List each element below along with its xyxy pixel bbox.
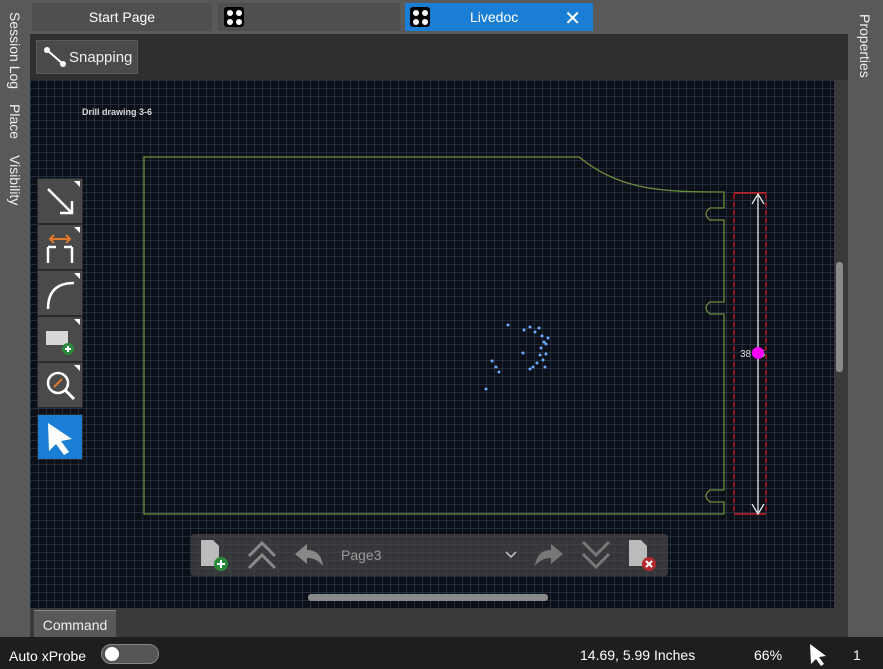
- cursor-coordinates: 14.69, 5.99 Inches: [580, 647, 696, 663]
- pointer-icon: [810, 644, 826, 666]
- delete-page-icon[interactable]: [625, 538, 661, 572]
- drill-hit: [494, 365, 498, 369]
- zoom-level: 66%: [754, 647, 783, 663]
- toolbar: Snapping: [30, 34, 848, 80]
- toggle-knob: [105, 647, 119, 661]
- tab-visibility[interactable]: Visibility: [0, 148, 30, 212]
- document-tab-strip: Start Page Livedoc ✕: [30, 0, 848, 34]
- drill-hit: [528, 367, 532, 371]
- submenu-indicator: [74, 181, 80, 187]
- tab-place[interactable]: Place: [0, 98, 30, 146]
- submenu-indicator: [74, 227, 80, 233]
- drill-hit: [543, 365, 547, 369]
- select-tool[interactable]: [37, 414, 83, 460]
- close-icon[interactable]: ✕: [564, 6, 581, 31]
- document-icon: [410, 7, 430, 27]
- right-panel-tabs: Properties: [848, 0, 883, 637]
- drill-hit: [546, 336, 550, 340]
- draw-line-tool[interactable]: [37, 178, 83, 224]
- drill-hit: [531, 365, 535, 369]
- arc-tool[interactable]: [37, 270, 83, 316]
- drill-hit: [528, 325, 532, 329]
- command-area: Command: [30, 608, 848, 638]
- left-panel-tabs: Session Log Place Visibility: [0, 0, 30, 637]
- last-page-icon[interactable]: [579, 538, 613, 572]
- chevron-down-icon: [505, 551, 517, 559]
- drill-hit: [497, 370, 501, 374]
- redo-icon[interactable]: [531, 540, 567, 570]
- tab-command-label: Command: [42, 616, 108, 633]
- drill-hit: [484, 387, 488, 391]
- submenu-indicator: [74, 365, 80, 371]
- tab-untitled-doc[interactable]: [218, 3, 400, 31]
- add-page-icon[interactable]: [197, 538, 233, 572]
- snapping-label: Snapping: [69, 48, 133, 66]
- drill-hit: [490, 359, 494, 363]
- tab-visibility-label: Visibility: [7, 154, 23, 206]
- drill-hit: [533, 330, 537, 334]
- undo-icon[interactable]: [291, 540, 327, 570]
- drill-hit: [544, 342, 548, 346]
- tab-start-page-label: Start Page: [88, 9, 156, 25]
- page-select-value: Page3: [341, 547, 382, 563]
- tab-session-log-label: Session Log: [7, 12, 23, 90]
- tab-properties[interactable]: Properties: [850, 6, 880, 86]
- auto-xprobe-label: Auto xProbe: [9, 648, 87, 664]
- drawing-title: Drill drawing 3-6: [82, 107, 152, 117]
- document-icon: [224, 7, 244, 27]
- tab-place-label: Place: [7, 104, 23, 140]
- drill-hit: [538, 353, 542, 357]
- drill-hit: [506, 323, 510, 327]
- selection-count: 1: [853, 647, 861, 663]
- add-view-tool[interactable]: [37, 316, 83, 362]
- drawing-canvas[interactable]: Drill drawing 3-6 38 95: [30, 80, 834, 608]
- drill-hit: [540, 334, 544, 338]
- drill-hit: [544, 352, 548, 356]
- tab-session-log[interactable]: Session Log: [0, 6, 30, 96]
- snapping-icon: [44, 47, 66, 67]
- submenu-indicator: [74, 319, 80, 325]
- drill-hit: [537, 326, 541, 330]
- dimension-tool[interactable]: [37, 224, 83, 270]
- snapping-button[interactable]: Snapping: [36, 40, 138, 74]
- dimension-marker[interactable]: [752, 347, 764, 359]
- tab-command[interactable]: Command: [34, 610, 116, 638]
- vertical-scroll-thumb[interactable]: [836, 262, 843, 372]
- drill-hit: [539, 346, 543, 350]
- zoom-tool[interactable]: [37, 362, 83, 408]
- status-bar: Auto xProbe 14.69, 5.99 Inches 66% 1: [0, 637, 883, 669]
- auto-xprobe-toggle[interactable]: [101, 644, 159, 664]
- horizontal-scroll-thumb[interactable]: [308, 594, 548, 601]
- drill-hit: [522, 328, 526, 332]
- tab-livedoc-label: Livedoc: [470, 9, 519, 25]
- tab-properties-label: Properties: [857, 14, 873, 78]
- first-page-icon[interactable]: [245, 538, 279, 572]
- tab-start-page[interactable]: Start Page: [32, 3, 212, 31]
- submenu-indicator: [74, 273, 80, 279]
- page-navigator: Page3: [191, 534, 668, 576]
- select-pointer-icon: [48, 423, 72, 455]
- drawing-svg: Drill drawing 3-6 38 95: [30, 80, 834, 608]
- page-select[interactable]: Page3: [341, 543, 521, 567]
- drill-hit: [541, 358, 545, 362]
- drill-hit: [535, 361, 539, 365]
- tab-livedoc[interactable]: Livedoc ✕: [405, 3, 593, 31]
- drill-hit: [521, 351, 525, 355]
